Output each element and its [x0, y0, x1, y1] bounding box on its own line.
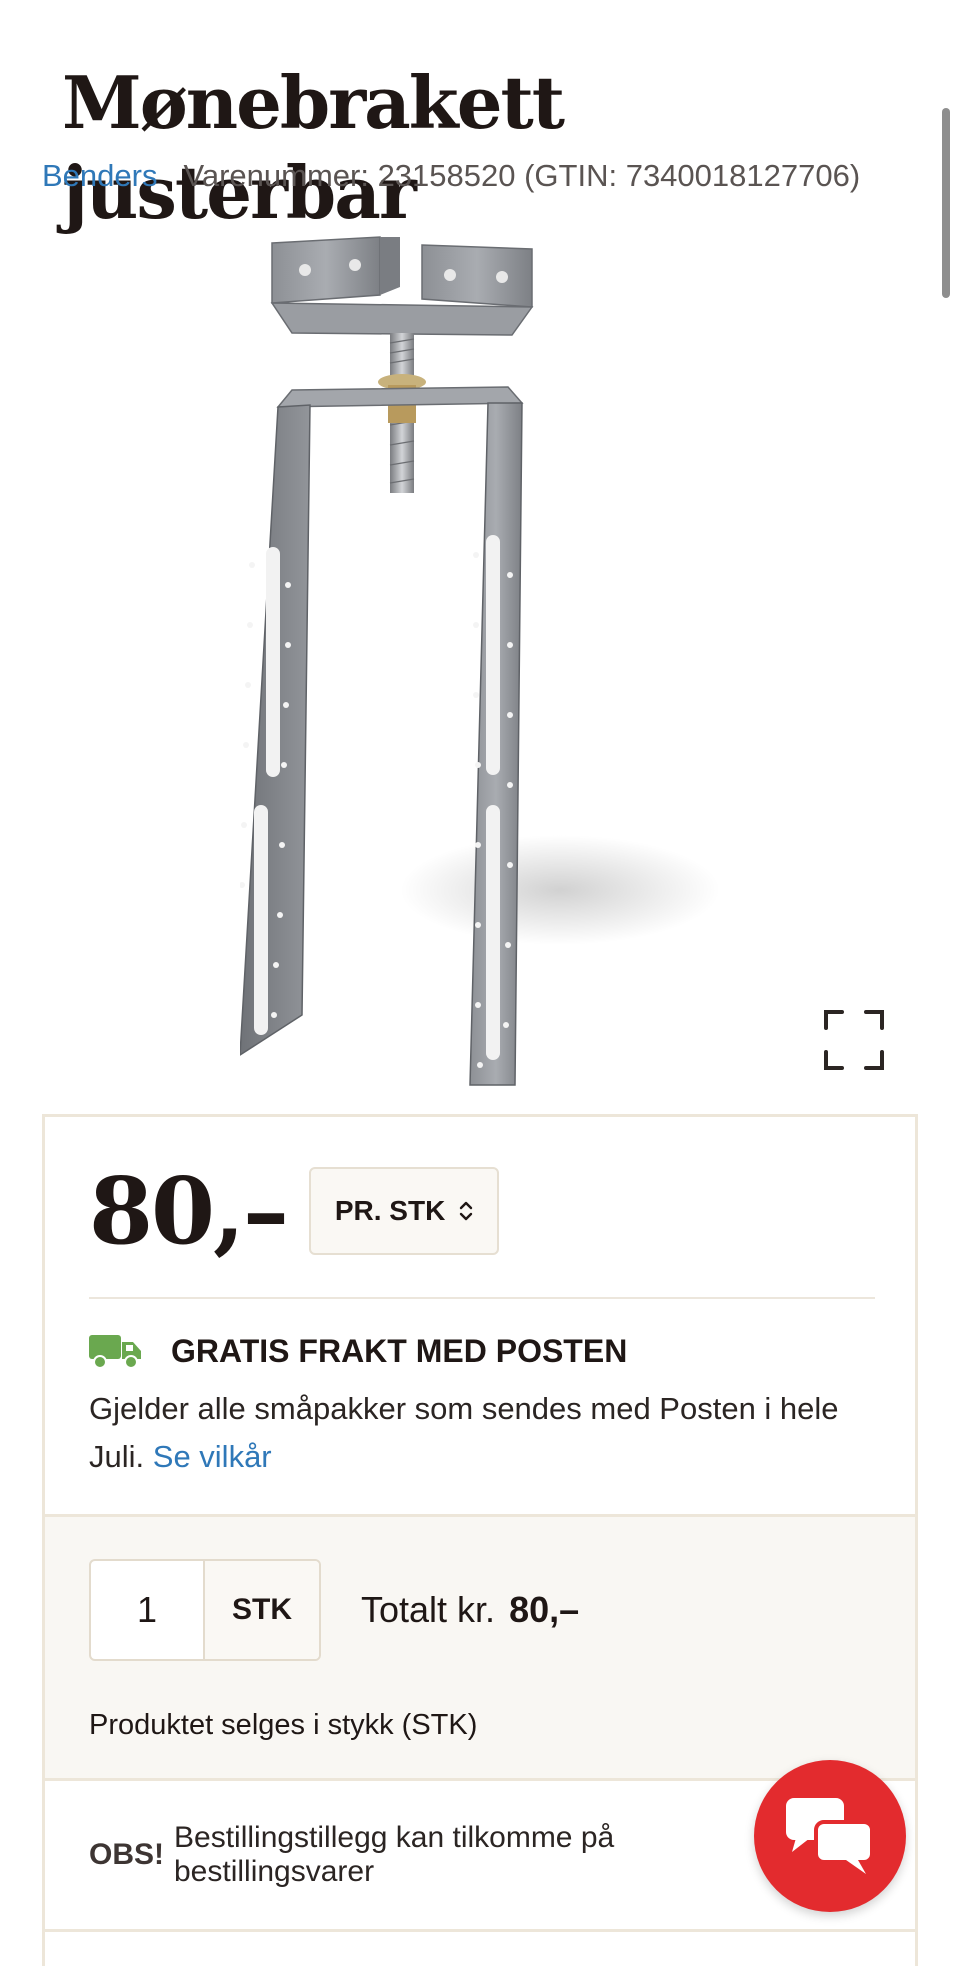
- unit-select[interactable]: PR. STK: [309, 1167, 500, 1255]
- total-value: 80,–: [509, 1589, 580, 1630]
- chat-icon: [786, 1798, 874, 1874]
- shipping-heading: GRATIS FRAKT MED POSTEN: [171, 1332, 628, 1369]
- total-price: Totalt kr. 80,–: [361, 1589, 579, 1631]
- unit-select-label: PR. STK: [334, 1195, 446, 1226]
- price-row: 80,– PR. STK: [89, 1157, 500, 1265]
- divider: [45, 1929, 915, 1932]
- fullscreen-icon[interactable]: [818, 1004, 890, 1076]
- product-meta: Benders Varenummer: 23158520 (GTIN: 73400…: [42, 156, 860, 196]
- order-notice: OBS! Bestillingstillegg kan tilkomme på …: [89, 1821, 729, 1889]
- shipping-text: Gjelder alle småpakker som sendes med Po…: [89, 1385, 879, 1481]
- divider: [89, 1297, 875, 1299]
- product-title: Mønebrakett justerbar: [62, 60, 565, 235]
- price: 80,–: [89, 1157, 289, 1265]
- brand-link[interactable]: Benders: [42, 158, 157, 193]
- product-image[interactable]: [240, 225, 720, 1115]
- total-label: Totalt kr.: [361, 1589, 496, 1630]
- shipping-info: GRATIS FRAKT MED POSTEN Gjelder alle små…: [89, 1327, 879, 1481]
- chevron-updown-icon: [460, 1201, 473, 1221]
- sku-text: Varenummer: 23158520 (GTIN: 734001812770…: [183, 158, 861, 193]
- truck-icon: [89, 1335, 141, 1369]
- sold-unit-note: Produktet selges i stykk (STK): [89, 1709, 478, 1741]
- notice-text: Bestillingstillegg kan tilkomme på besti…: [174, 1821, 615, 1888]
- page-scrollbar[interactable]: [942, 108, 950, 298]
- terms-link[interactable]: Se vilkår: [153, 1439, 272, 1474]
- chat-button[interactable]: [754, 1760, 906, 1912]
- quantity-section: 1 STK Totalt kr. 80,– Produktet selges i …: [45, 1514, 915, 1781]
- quantity-input[interactable]: 1: [91, 1561, 205, 1659]
- quantity-unit: STK: [205, 1561, 319, 1659]
- notice-label: OBS!: [89, 1838, 164, 1871]
- quantity-stepper: 1 STK: [89, 1559, 321, 1661]
